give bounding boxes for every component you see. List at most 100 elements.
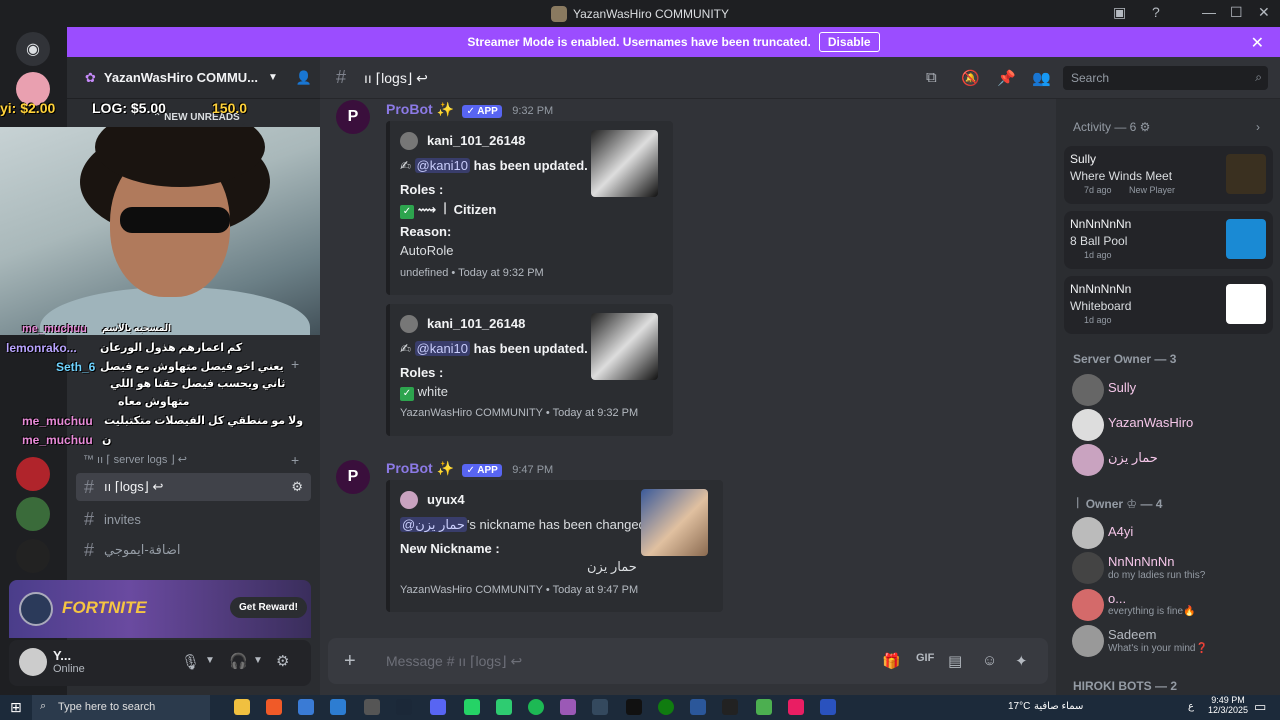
threads-icon[interactable]: ⧉ xyxy=(926,69,937,86)
member-avatar[interactable] xyxy=(1072,517,1104,549)
member-avatar[interactable] xyxy=(1072,444,1104,476)
brave-browser-icon[interactable] xyxy=(266,699,282,715)
add-channel-icon[interactable]: + xyxy=(291,452,299,468)
help-icon[interactable]: ? xyxy=(1152,4,1160,20)
spotify-icon[interactable] xyxy=(528,699,544,715)
member-avatar[interactable] xyxy=(1072,409,1104,441)
member-name[interactable]: Sully xyxy=(1108,380,1136,395)
channel-invites[interactable]: # invites xyxy=(76,505,311,533)
xbox-icon[interactable] xyxy=(658,699,674,715)
inbox-icon[interactable]: ▣ xyxy=(1113,4,1126,21)
microphone-icon[interactable]: 🎙 xyxy=(181,653,200,671)
embed-thumbnail[interactable] xyxy=(591,313,658,380)
store-icon[interactable] xyxy=(298,699,314,715)
app-icon[interactable] xyxy=(496,699,512,715)
app-icon[interactable] xyxy=(560,699,576,715)
game-cover xyxy=(1226,284,1266,324)
message-composer[interactable]: + Message # ıı ⌈logs⌋ ↩ 🎁 GIF ▤ ☺ ✦ xyxy=(328,638,1048,684)
discord-home-icon[interactable]: ◉ xyxy=(16,32,50,66)
app-icon[interactable] xyxy=(592,699,608,715)
member-avatar[interactable] xyxy=(1072,374,1104,406)
app-icon[interactable] xyxy=(626,699,642,715)
member-avatar[interactable] xyxy=(1072,552,1104,584)
user-settings-icon[interactable]: ⚙ xyxy=(276,652,289,670)
window-titlebar: YazanWasHiro COMMUNITY ▣ ? — ☐ ✕ xyxy=(0,0,1280,27)
probot-avatar[interactable]: P xyxy=(336,100,370,134)
emoji-icon[interactable]: ☺ xyxy=(982,652,997,669)
activity-card[interactable]: NnNnNnNn Whiteboard 1d ago xyxy=(1064,276,1273,334)
file-explorer-icon[interactable] xyxy=(234,699,250,715)
member-avatar[interactable] xyxy=(1072,625,1104,657)
embed-field-label: New Nickname : xyxy=(400,541,500,556)
member-name[interactable]: Sadeem xyxy=(1108,627,1156,642)
member-name[interactable]: o... xyxy=(1108,591,1126,606)
member-name[interactable]: حمار يزن xyxy=(1108,450,1158,466)
apps-icon[interactable]: ✦ xyxy=(1015,652,1028,670)
add-channel-icon[interactable]: + xyxy=(291,356,299,372)
taskbar-search[interactable]: ⌕ Type here to search xyxy=(32,695,210,720)
close-icon[interactable]: ✕ xyxy=(1251,33,1264,53)
embed-author: uyux4 xyxy=(427,492,465,507)
activity-card[interactable]: Sully Where Winds Meet 7d ago New Player xyxy=(1064,146,1273,204)
add-attachment-icon[interactable]: + xyxy=(344,650,356,673)
maximize-button[interactable]: ☐ xyxy=(1230,4,1243,21)
input-language[interactable]: ع xyxy=(1188,701,1194,712)
activity-card[interactable]: NnNnNnNn 8 Ball Pool 1d ago xyxy=(1064,211,1273,269)
get-reward-button[interactable]: Get Reward! xyxy=(230,597,307,618)
member-name[interactable]: A4yi xyxy=(1108,524,1133,539)
app-icon[interactable] xyxy=(788,699,804,715)
channel-logs[interactable]: # ıı ⌈logs⌋ ↩ ⚙ xyxy=(76,473,311,501)
pin-icon[interactable]: 📌 xyxy=(997,69,1016,87)
app-icon[interactable] xyxy=(364,699,380,715)
close-window-button[interactable]: ✕ xyxy=(1258,4,1270,21)
server-icon[interactable] xyxy=(16,539,50,573)
word-icon[interactable] xyxy=(690,699,706,715)
steam-icon[interactable] xyxy=(396,699,412,715)
member-name[interactable]: YazanWasHiro xyxy=(1108,415,1193,430)
overlay-chat-user: me_muchuu xyxy=(22,323,87,335)
disable-streamer-mode-button[interactable]: Disable xyxy=(818,32,880,52)
app-icon[interactable] xyxy=(330,699,346,715)
user-mention[interactable]: @حمار يزن xyxy=(400,517,467,532)
user-mention[interactable]: @kani10 xyxy=(414,341,471,356)
settings-gear-icon[interactable]: ⚙ xyxy=(291,479,303,495)
discord-taskbar-icon[interactable] xyxy=(430,699,446,715)
user-mention[interactable]: @kani10 xyxy=(414,158,471,173)
channel-emoji[interactable]: # اضافة-ايموجي xyxy=(76,536,311,564)
embed-thumbnail[interactable] xyxy=(641,489,708,556)
sticker-icon[interactable]: ▤ xyxy=(948,652,962,670)
search-input[interactable]: Search ⌕ xyxy=(1063,66,1268,90)
message-author[interactable]: ProBot ✨ xyxy=(386,101,454,117)
mute-bell-icon[interactable]: 🔕 xyxy=(961,69,980,87)
category-server-logs[interactable]: ™ ıı ⌈ server logs ⌋ ↩ xyxy=(83,453,187,466)
user-avatar[interactable] xyxy=(19,648,47,676)
app-icon[interactable] xyxy=(756,699,772,715)
member-avatar[interactable] xyxy=(1072,589,1104,621)
app-icon[interactable] xyxy=(820,699,836,715)
taskbar-clock[interactable]: 9:49 PM 12/3/2025 xyxy=(1208,695,1248,715)
probot-avatar[interactable]: P xyxy=(336,460,370,494)
server-header[interactable]: ✿ YazanWasHiro COMMU... ▼ 👤 xyxy=(67,57,320,99)
chevron-down-icon[interactable]: ▼ xyxy=(253,655,263,666)
add-member-icon[interactable]: 👤 xyxy=(296,70,312,86)
minimize-button[interactable]: — xyxy=(1202,4,1216,20)
message-header: ProBot ✨ ✓ APP 9:47 PM xyxy=(386,460,553,478)
windows-start-icon[interactable]: ⊞ xyxy=(10,699,22,716)
member-list-icon[interactable]: 👥 xyxy=(1032,69,1051,87)
server-icon[interactable] xyxy=(16,497,50,531)
chevron-down-icon[interactable]: ▼ xyxy=(205,655,215,666)
overlay-chat-text: المسحبه بالاسم xyxy=(102,323,172,333)
member-name[interactable]: NnNnNnNn xyxy=(1108,554,1174,569)
message-author[interactable]: ProBot ✨ xyxy=(386,460,454,476)
embed-thumbnail[interactable] xyxy=(591,130,658,197)
headphones-icon[interactable]: 🎧 xyxy=(229,652,248,670)
server-icon[interactable] xyxy=(16,457,50,491)
gif-icon[interactable]: GIF xyxy=(916,652,934,664)
app-icon[interactable] xyxy=(722,699,738,715)
whatsapp-icon[interactable] xyxy=(464,699,480,715)
chevron-right-icon[interactable]: › xyxy=(1256,120,1260,134)
gift-icon[interactable]: 🎁 xyxy=(882,652,901,670)
notification-icon[interactable]: ▭ xyxy=(1254,699,1266,715)
activity-header[interactable]: Activity — 6 ⚙ xyxy=(1073,120,1150,134)
game-cover xyxy=(1226,219,1266,259)
